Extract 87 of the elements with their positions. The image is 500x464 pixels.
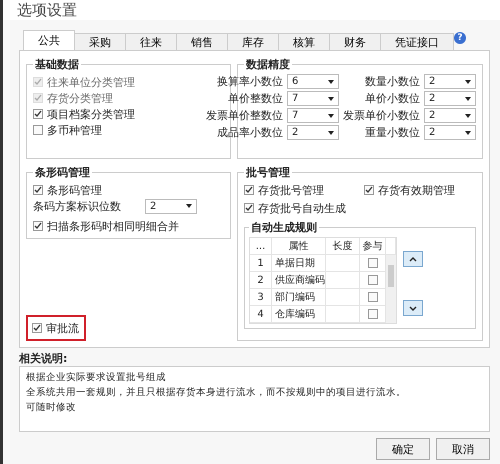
tab[interactable]: 凭证接口 bbox=[380, 33, 454, 50]
caret-icon bbox=[186, 204, 192, 208]
tab[interactable]: 库存 bbox=[227, 33, 279, 50]
group-title: 批号管理 bbox=[244, 165, 291, 180]
caret-icon bbox=[465, 114, 471, 118]
checkbox-label: 存货分类管理 bbox=[47, 90, 113, 106]
checkbox-label: 条形码管理 bbox=[47, 182, 102, 198]
field-label: 数量小数位 bbox=[364, 74, 420, 89]
scrollbar[interactable] bbox=[386, 255, 396, 323]
group-title: 条形码管理 bbox=[34, 165, 91, 180]
column-header: 长度 bbox=[326, 238, 360, 255]
checkbox[interactable] bbox=[32, 323, 42, 333]
checkbox-label: 存货批号管理 bbox=[258, 182, 324, 198]
caret-icon bbox=[328, 114, 334, 118]
tab[interactable]: 核算 bbox=[278, 33, 330, 50]
tab[interactable]: 公共 bbox=[23, 30, 75, 50]
field-label: 单价整数位 bbox=[227, 91, 283, 106]
dropdown[interactable]: 2 bbox=[424, 108, 476, 123]
dropdown[interactable]: 2 bbox=[145, 198, 197, 214]
checkbox[interactable] bbox=[364, 185, 374, 195]
move-up-button[interactable] bbox=[403, 251, 423, 267]
tab[interactable]: 采购 bbox=[74, 33, 126, 50]
table-cell: 单据日期 bbox=[272, 255, 326, 272]
checkbox-label: 多币种管理 bbox=[47, 122, 102, 138]
dropdown[interactable]: 7 bbox=[287, 91, 339, 106]
row-number: 1 bbox=[250, 255, 272, 272]
checkbox-label: 扫描条形码时相同明细合并 bbox=[47, 218, 179, 234]
field-label: 成品率小数位 bbox=[216, 125, 283, 140]
caret-icon bbox=[465, 80, 471, 84]
group-title: 自动生成规则 bbox=[250, 220, 318, 235]
checkbox[interactable] bbox=[244, 185, 254, 195]
dialog-button[interactable]: 取消 bbox=[436, 438, 490, 460]
column-header: ... bbox=[250, 238, 272, 255]
tab[interactable]: 销售 bbox=[176, 33, 228, 50]
dropdown[interactable]: 2 bbox=[287, 125, 339, 140]
row-number: 3 bbox=[250, 289, 272, 306]
caret-icon bbox=[328, 130, 334, 134]
dropdown[interactable]: 2 bbox=[424, 91, 476, 106]
dialog-button[interactable]: 确定 bbox=[376, 438, 430, 460]
move-down-button[interactable] bbox=[403, 300, 423, 316]
chevron-down-icon bbox=[409, 306, 417, 310]
checkbox[interactable] bbox=[33, 125, 43, 135]
dropdown[interactable]: 6 bbox=[287, 74, 339, 89]
checkbox[interactable] bbox=[368, 309, 378, 319]
caret-icon bbox=[328, 80, 334, 84]
caret-icon bbox=[465, 96, 471, 100]
note-line: 全系统共用一套规则，并且只根据存货本身进行流水，而不按规则中的项目进行流水。 bbox=[26, 386, 407, 399]
window-title: 选项设置 bbox=[17, 1, 77, 19]
note-line: 可随时修改 bbox=[26, 401, 77, 414]
column-header: 属性 bbox=[272, 238, 326, 255]
table-cell: 供应商编码 bbox=[272, 272, 326, 289]
field-label: 发票单价小数位 bbox=[343, 108, 420, 123]
notes-title: 相关说明: bbox=[19, 351, 68, 366]
chevron-up-icon bbox=[409, 256, 417, 262]
caret-icon bbox=[328, 96, 334, 100]
checkbox-label: 存货批号自动生成 bbox=[258, 200, 346, 216]
checkbox-label: 项目档案分类管理 bbox=[47, 106, 135, 122]
checkbox-label: 审批流 bbox=[46, 320, 79, 336]
row-number: 4 bbox=[250, 306, 272, 323]
field-label: 换算率小数位 bbox=[216, 74, 283, 89]
tab[interactable]: 财务 bbox=[329, 33, 381, 50]
table-cell: 部门编码 bbox=[272, 289, 326, 306]
dropdown[interactable]: 2 bbox=[424, 74, 476, 89]
group-title: 基础数据 bbox=[34, 57, 80, 72]
field-label: 发票单价整数位 bbox=[206, 108, 283, 123]
help-icon[interactable]: ? bbox=[454, 32, 466, 44]
checkbox[interactable] bbox=[368, 292, 378, 302]
checkbox-label: 往来单位分类管理 bbox=[47, 74, 135, 90]
row-number: 2 bbox=[250, 272, 272, 289]
dropdown[interactable]: 2 bbox=[424, 125, 476, 140]
tab[interactable]: 往来 bbox=[125, 33, 177, 50]
checkbox[interactable] bbox=[244, 203, 254, 213]
dropdown[interactable]: 7 bbox=[287, 108, 339, 123]
field-label: 重量小数位 bbox=[364, 125, 420, 140]
checkbox[interactable] bbox=[33, 185, 43, 195]
checkbox[interactable] bbox=[368, 275, 378, 285]
group-title: 数据精度 bbox=[244, 57, 291, 72]
caret-icon bbox=[465, 130, 471, 134]
field-label: 单价小数位 bbox=[364, 91, 420, 106]
table-cell: 仓库编码 bbox=[272, 306, 326, 323]
field-label: 条码方案标识位数 bbox=[33, 198, 121, 214]
checkbox[interactable] bbox=[368, 258, 378, 268]
column-header: 参与 bbox=[360, 238, 386, 255]
checkbox[interactable] bbox=[33, 221, 43, 231]
checkbox[interactable] bbox=[33, 109, 43, 119]
note-line: 根据企业实际要求设置批号组成 bbox=[26, 371, 167, 384]
checkbox-label: 存货有效期管理 bbox=[378, 182, 455, 198]
